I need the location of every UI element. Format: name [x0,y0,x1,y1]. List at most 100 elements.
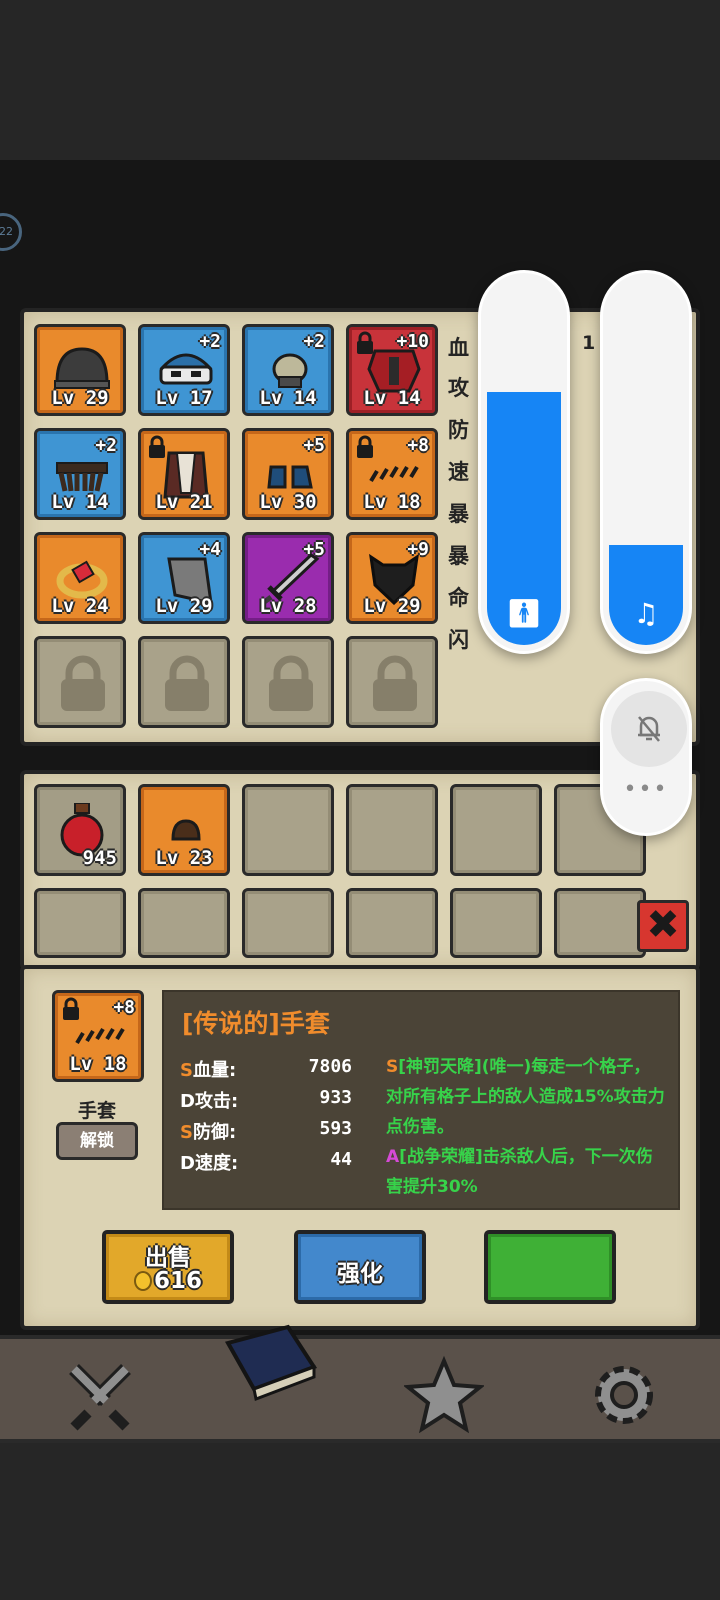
ringer-panel: ••• [600,678,692,836]
item-level: Lv 29 [51,387,109,409]
bag-slot-empty[interactable] [450,888,542,958]
bell-off-icon [638,716,660,742]
stat-tier: D [180,1153,195,1174]
stat-tier: D [180,1091,195,1112]
item-enhance-level: +2 [199,331,221,352]
stat-label-dodge: 闪 [448,628,469,652]
item-level: Lv 18 [69,1053,127,1075]
stat-label-hp: 血 [448,336,469,360]
unlock-button[interactable]: 解锁 [56,1122,138,1160]
equip-slot-ring[interactable]: Lv 24 [34,532,126,624]
stat-tier: S [180,1122,193,1143]
equip-slot-cape[interactable]: Lv 21 [138,428,230,520]
item-level: Lv 21 [155,491,213,513]
coin-icon [133,1271,152,1291]
locked-slot[interactable] [242,636,334,728]
stat-label-attack: 攻 [448,376,469,400]
lock-icon [373,655,417,711]
star-icon[interactable] [404,1355,484,1435]
selected-item-slot: +8 Lv 18 [52,990,144,1082]
skill-description-2: A[战争荣耀]击杀敌人后，下一次伤害提升30% [386,1142,666,1202]
stat-label-crit: 暴 [448,502,469,526]
skill-text: [战争荣耀]击杀敌人后，下一次伤害提升30% [386,1147,653,1197]
bag-slot-empty[interactable] [138,888,230,958]
stat-row-hp: S血量: [180,1056,236,1082]
more-options-icon[interactable]: ••• [603,777,689,802]
bag-slot-empty[interactable] [346,888,438,958]
item-count: 945 [82,847,117,869]
music-note-icon: ♫ [633,597,659,630]
bag-slot-empty[interactable] [242,784,334,876]
bag-slot-potion[interactable]: 945 [34,784,126,876]
item-enhance-level: +10 [396,331,429,352]
bag-slot-empty[interactable] [34,888,126,958]
skill-text: [神罚天降](唯一)每走一个格子，对所有格子上的敌人造成15%攻击力点伤害。 [386,1057,665,1137]
accessibility-volume-slider[interactable]: 🚹︎ [478,270,570,654]
stat-label-defense: 防 [448,418,469,442]
item-title: [传说的]手套 [182,1009,330,1038]
locked-slot[interactable] [138,636,230,728]
bag-slot-empty[interactable] [346,784,438,876]
bag-slot-empty[interactable] [554,888,646,958]
sell-label: 出售 [145,1245,191,1271]
equip-slot-weapon[interactable]: +5 Lv 28 [242,532,334,624]
item-enhance-level: +8 [113,997,135,1018]
item-level: Lv 30 [259,491,317,513]
item-enhance-level: +4 [199,539,221,560]
item-level: Lv 29 [155,595,213,617]
item-enhance-level: +5 [303,539,325,560]
stat-label-hit: 命 [448,586,469,610]
stat-value-hp: 1 [582,332,596,354]
settings-gear-icon[interactable] [584,1355,664,1435]
item-enhance-level: +9 [407,539,429,560]
equip-slot-gloves[interactable]: +8 Lv 18 [346,428,438,520]
equip-slot-cloak[interactable]: +4 Lv 29 [138,532,230,624]
sell-price-value: 616 [153,1268,202,1294]
equip-slot-shield[interactable]: +9 Lv 29 [346,532,438,624]
stat-label: 速度: [194,1153,239,1174]
item-level: Lv 14 [51,491,109,513]
stat-row-speed: D速度: [180,1149,238,1175]
equip-slot-boots[interactable]: +5 Lv 30 [242,428,334,520]
sell-price: 616 [106,1268,230,1294]
lock-icon [61,655,105,711]
stat-row-defense: S防御: [180,1118,236,1144]
music-volume-slider[interactable]: ♫ [600,270,692,654]
locked-slot[interactable] [34,636,126,728]
upgrade-button[interactable]: 强化 [294,1230,426,1304]
bag-slot-empty[interactable] [242,888,334,958]
item-level: Lv 28 [259,595,317,617]
item-level: Lv 14 [259,387,317,409]
stat-value: 44 [330,1149,352,1170]
bottom-blank-area [0,1440,720,1600]
stat-tier: S [180,1060,193,1081]
stat-row-attack: D攻击: [180,1087,238,1113]
equip-slot-armor[interactable]: +10 Lv 14 [346,324,438,416]
ringer-toggle-button[interactable] [611,691,687,767]
skill-description-1: S[神罚天降](唯一)每走一个格子，对所有格子上的敌人造成15%攻击力点伤害。 [386,1052,666,1142]
sell-button[interactable]: 出售 616 [102,1230,234,1304]
spellbook-icon[interactable] [218,1323,322,1407]
item-level: Lv 17 [155,387,213,409]
item-enhance-level: +8 [407,435,429,456]
accessibility-icon: 🚹︎ [506,597,542,630]
bottom-nav-bar [0,1324,720,1443]
stat-label: 防御: [192,1122,237,1143]
screen: 22 Lv 29 +2 Lv 17 +2 Lv 14 +10 Lv 14 +2 … [0,0,720,1600]
stat-label: 血量: [192,1060,237,1081]
bag-slot-helmet[interactable]: Lv 23 [138,784,230,876]
locked-slot[interactable] [346,636,438,728]
equip-slot-helmet[interactable]: Lv 29 [34,324,126,416]
equip-button[interactable] [484,1230,616,1304]
equip-slot-shoulder[interactable]: +2 Lv 14 [242,324,334,416]
stat-value: 933 [319,1087,352,1108]
volume-fill [609,545,683,645]
item-level: Lv 23 [155,847,213,869]
bag-slot-empty[interactable] [450,784,542,876]
battle-swords-icon[interactable] [60,1355,140,1435]
item-level: Lv 29 [363,595,421,617]
close-button[interactable]: ✖ [637,900,689,952]
item-level: Lv 18 [363,491,421,513]
equip-slot-belt[interactable]: +2 Lv 14 [34,428,126,520]
equip-slot-mask[interactable]: +2 Lv 17 [138,324,230,416]
